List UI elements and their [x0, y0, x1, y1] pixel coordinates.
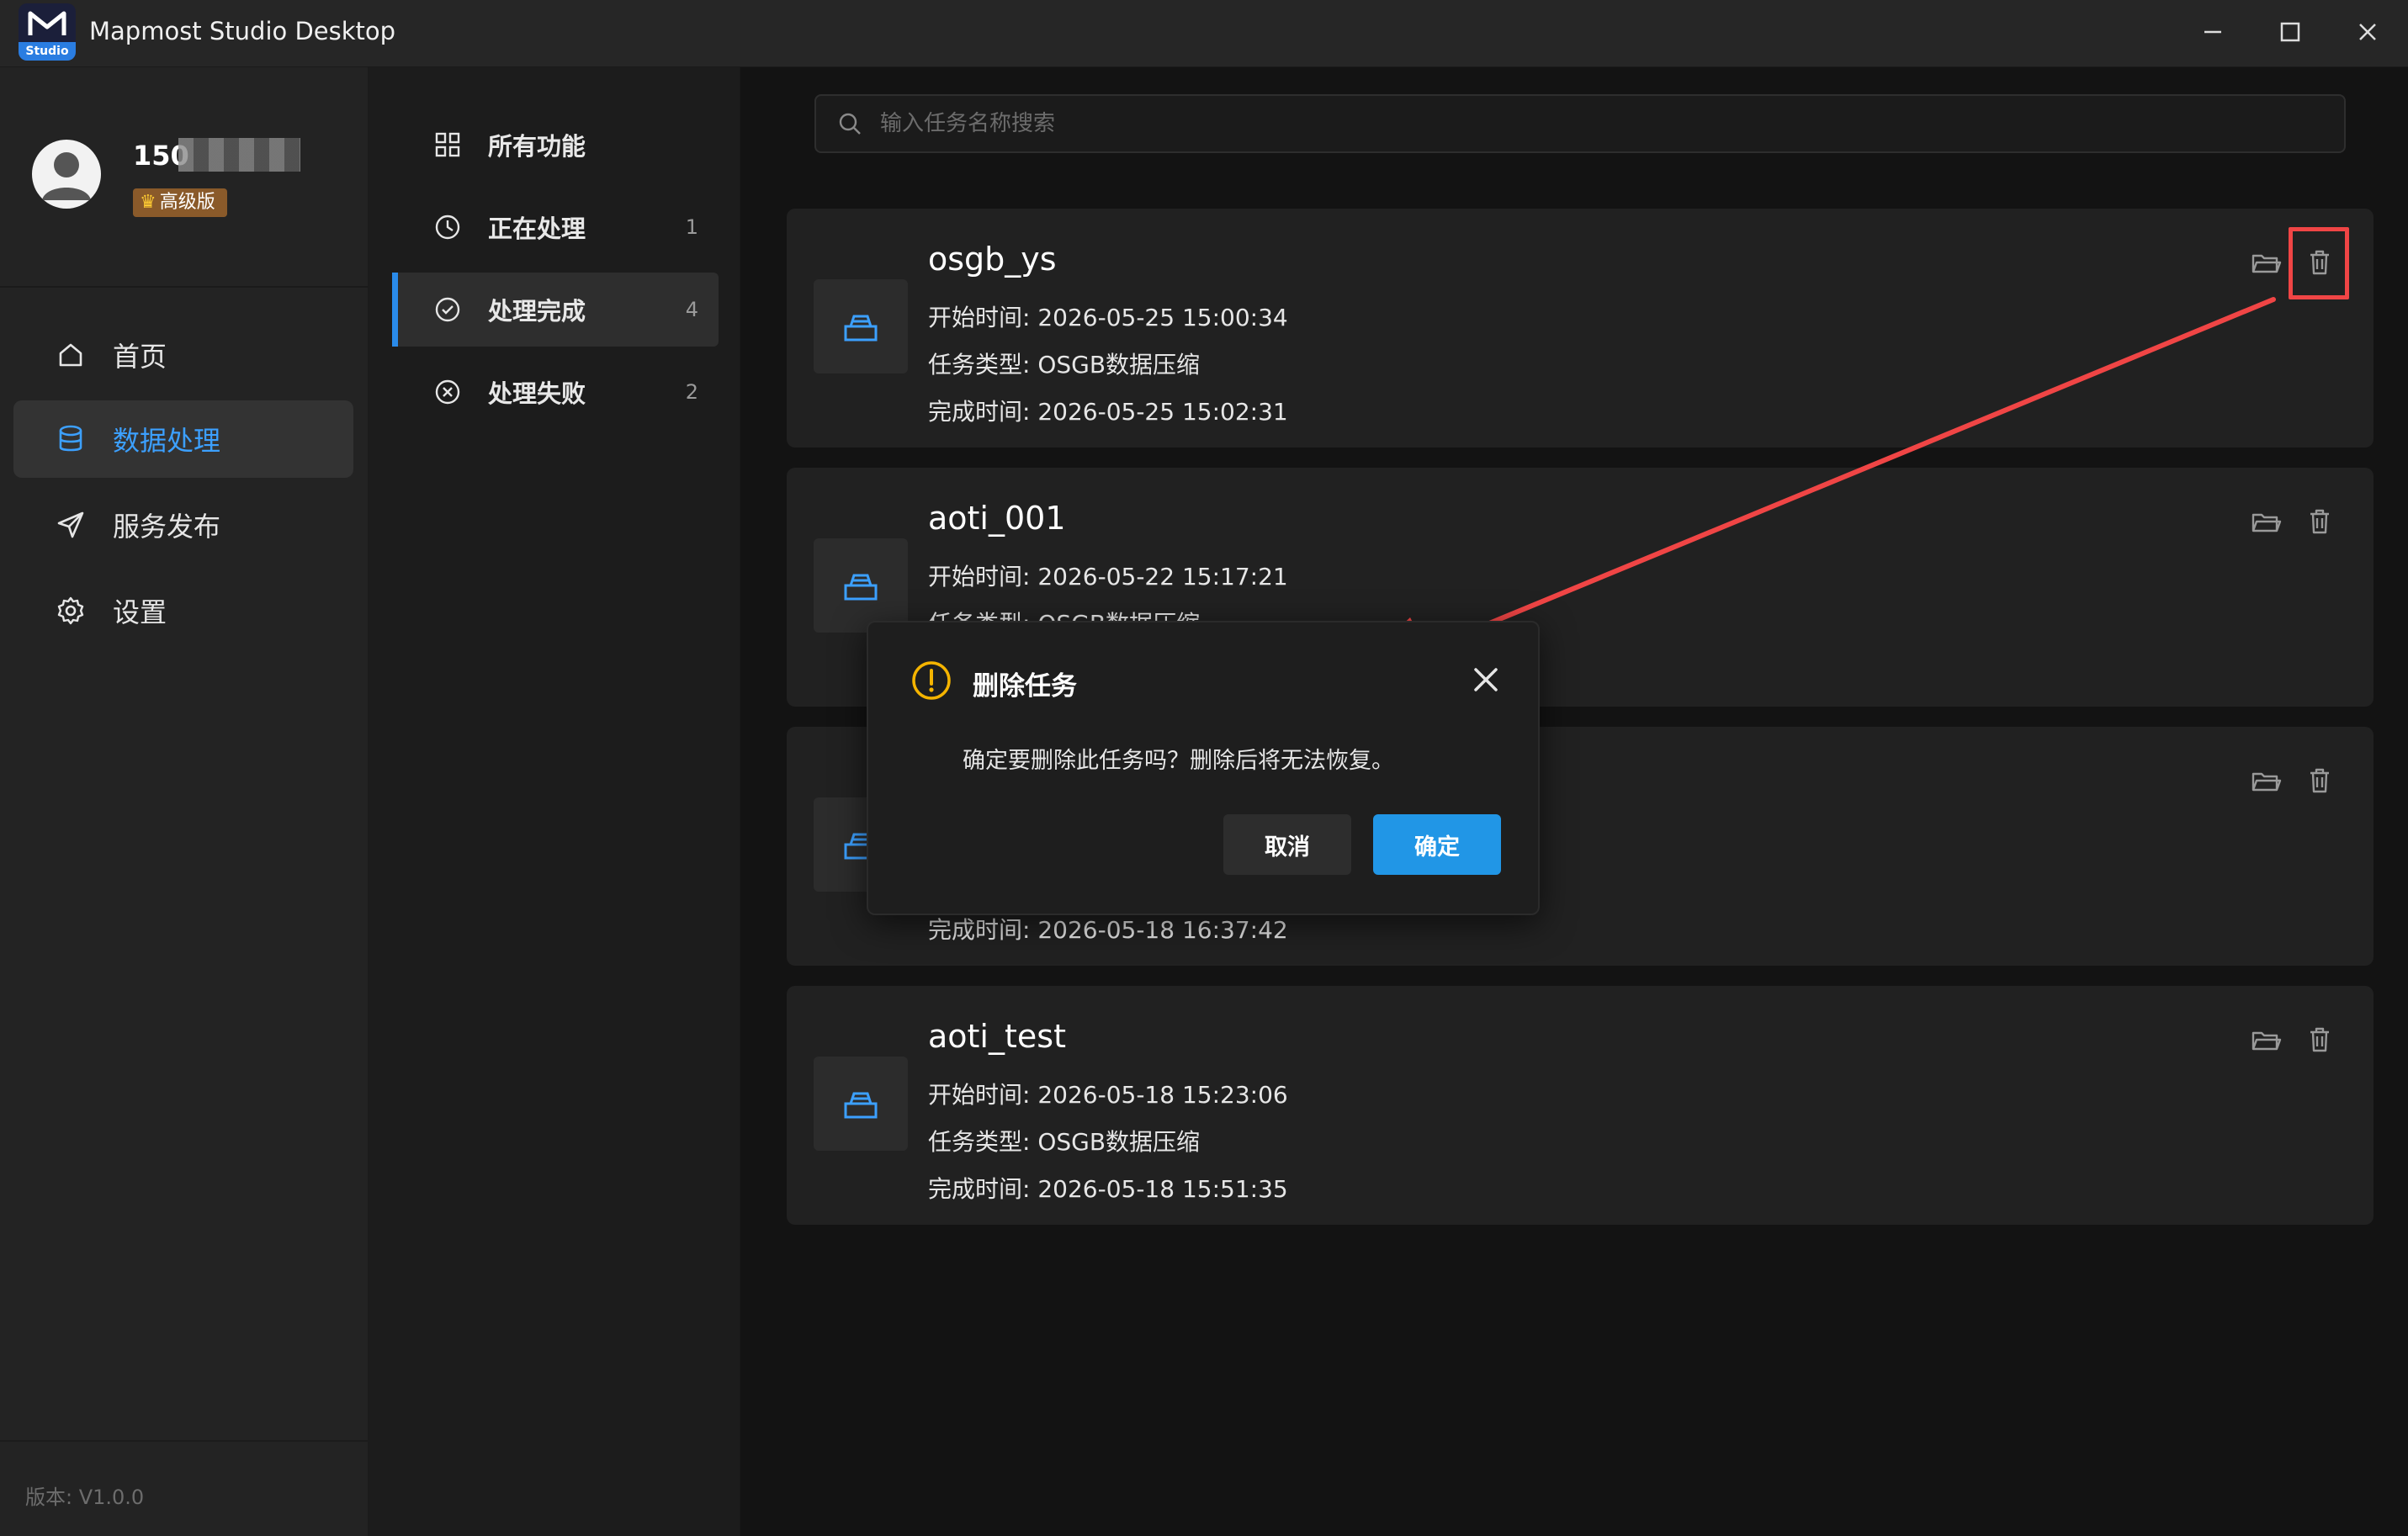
- task-start-time: 开始时间: 2026-05-25 15:00:34: [928, 304, 1288, 331]
- sidebar-bottom-divider: [0, 1440, 369, 1442]
- task-thumbnail: [814, 279, 908, 373]
- trash-icon: [2310, 768, 2329, 793]
- dialog-message: 确定要删除此任务吗？删除后将无法恢复。: [963, 748, 1394, 774]
- home-icon: [54, 338, 88, 372]
- task-end-time: 完成时间: 2026-05-18 16:37:42: [928, 916, 1288, 944]
- check-circle-icon: [432, 294, 463, 325]
- folder-icon: [2252, 254, 2282, 273]
- task-start-time: 开始时间: 2026-05-18 15:23:06: [928, 1081, 1288, 1109]
- sidebar-item-label: 设置: [113, 596, 167, 628]
- confirm-button[interactable]: 确定: [1373, 814, 1501, 875]
- clock-icon: [432, 212, 463, 242]
- title-bar: Studio Mapmost Studio Desktop: [0, 0, 2408, 67]
- subnav-item-count: 2: [685, 380, 698, 404]
- dialog-title: 删除任务: [973, 671, 1077, 702]
- sidebar-item-label: 数据处理: [113, 425, 221, 457]
- delete-task-button[interactable]: [2303, 505, 2336, 538]
- delete-task-button[interactable]: [2303, 764, 2336, 797]
- subnav-item-count: 1: [685, 215, 698, 239]
- cancel-button[interactable]: 取消: [1223, 814, 1351, 875]
- grid-icon: [432, 130, 463, 160]
- sidebar-item-home[interactable]: 首页: [13, 316, 353, 394]
- subnav-item-failed[interactable]: 处理失败 2: [392, 355, 719, 429]
- task-start-time: 开始时间: 2026-05-22 15:17:21: [928, 563, 1288, 591]
- sidebar-item-label: 首页: [113, 341, 167, 373]
- subnav-item-label: 处理失败: [488, 379, 586, 408]
- sidebar-item-publish[interactable]: 服务发布: [13, 486, 353, 564]
- sidebar-item-settings[interactable]: 设置: [13, 572, 353, 649]
- vip-badge-label: 高级版: [159, 192, 215, 213]
- user-avatar-icon: [42, 152, 91, 200]
- gear-icon: [54, 594, 88, 628]
- dialog-close-icon[interactable]: [1467, 661, 1504, 698]
- task-name: aoti_test: [928, 1018, 1066, 1055]
- subnav-item-processing[interactable]: 正在处理 1: [392, 190, 719, 264]
- folder-icon: [2252, 513, 2282, 532]
- task-name: osgb_ys: [928, 241, 1057, 278]
- search-box[interactable]: [814, 94, 2346, 153]
- avatar[interactable]: [32, 140, 101, 209]
- open-folder-button[interactable]: [2249, 246, 2283, 279]
- subnav-item-all[interactable]: 所有功能: [392, 108, 719, 182]
- layers-icon: [844, 574, 878, 601]
- layers-icon: [844, 1092, 878, 1119]
- sidebar-divider: [0, 286, 369, 288]
- crown-icon: ♛: [140, 192, 156, 213]
- task-card[interactable]: aoti_test 开始时间: 2026-05-18 15:23:06 任务类型…: [787, 986, 2374, 1225]
- layers-icon: [844, 315, 878, 342]
- search-icon: [839, 113, 861, 135]
- subnav-item-completed[interactable]: 处理完成 4: [392, 273, 719, 347]
- task-end-time: 完成时间: 2026-05-25 15:02:31: [928, 398, 1288, 426]
- window-title: Mapmost Studio Desktop: [89, 17, 396, 45]
- subnav-item-count: 4: [685, 298, 698, 321]
- maximize-icon: [2280, 22, 2300, 42]
- annotation-highlight-box: [2289, 227, 2349, 299]
- subnav-item-label: 正在处理: [488, 215, 586, 243]
- close-icon: [2359, 24, 2376, 40]
- open-folder-button[interactable]: [2249, 505, 2283, 538]
- minimize-icon: [2204, 30, 2221, 34]
- logo-tag: Studio: [19, 42, 76, 61]
- task-card[interactable]: osgb_ys 开始时间: 2026-05-25 15:00:34 任务类型: …: [787, 209, 2374, 448]
- trash-icon: [2310, 1027, 2329, 1052]
- folder-icon: [2252, 772, 2282, 792]
- subnav-item-label: 处理完成: [488, 297, 586, 326]
- task-thumbnail: [814, 538, 908, 633]
- send-icon: [54, 508, 88, 542]
- open-folder-button[interactable]: [2249, 764, 2283, 797]
- maximize-button[interactable]: [2273, 15, 2307, 49]
- delete-confirm-dialog: 删除任务 确定要删除此任务吗？删除后将无法恢复。 取消 确定: [867, 621, 1540, 915]
- username-mosaic: [178, 138, 300, 172]
- folder-icon: [2252, 1031, 2282, 1051]
- trash-icon: [2310, 509, 2329, 534]
- app-logo: Studio: [19, 3, 76, 61]
- warning-icon: [912, 661, 951, 700]
- open-folder-button[interactable]: [2249, 1023, 2283, 1057]
- subnav-item-label: 所有功能: [488, 132, 586, 161]
- task-end-time: 完成时间: 2026-05-18 15:51:35: [928, 1175, 1288, 1203]
- task-name: aoti_001: [928, 500, 1066, 537]
- version-label: 版本: V1.0.0: [25, 1486, 145, 1509]
- search-input[interactable]: [878, 110, 2344, 137]
- minimize-button[interactable]: [2196, 15, 2230, 49]
- task-type: 任务类型: OSGB数据压缩: [928, 351, 1201, 379]
- delete-task-button[interactable]: [2303, 1023, 2336, 1057]
- mapmost-logo-icon: [28, 11, 66, 35]
- x-circle-icon: [432, 377, 463, 407]
- task-type: 任务类型: OSGB数据压缩: [928, 1128, 1201, 1156]
- close-window-button[interactable]: [2351, 15, 2384, 49]
- database-icon: [54, 422, 88, 456]
- vip-badge: ♛ 高级版: [133, 188, 227, 217]
- task-thumbnail: [814, 1057, 908, 1151]
- sidebar-item-data-processing[interactable]: 数据处理: [13, 400, 353, 478]
- sidebar-item-label: 服务发布: [113, 511, 221, 543]
